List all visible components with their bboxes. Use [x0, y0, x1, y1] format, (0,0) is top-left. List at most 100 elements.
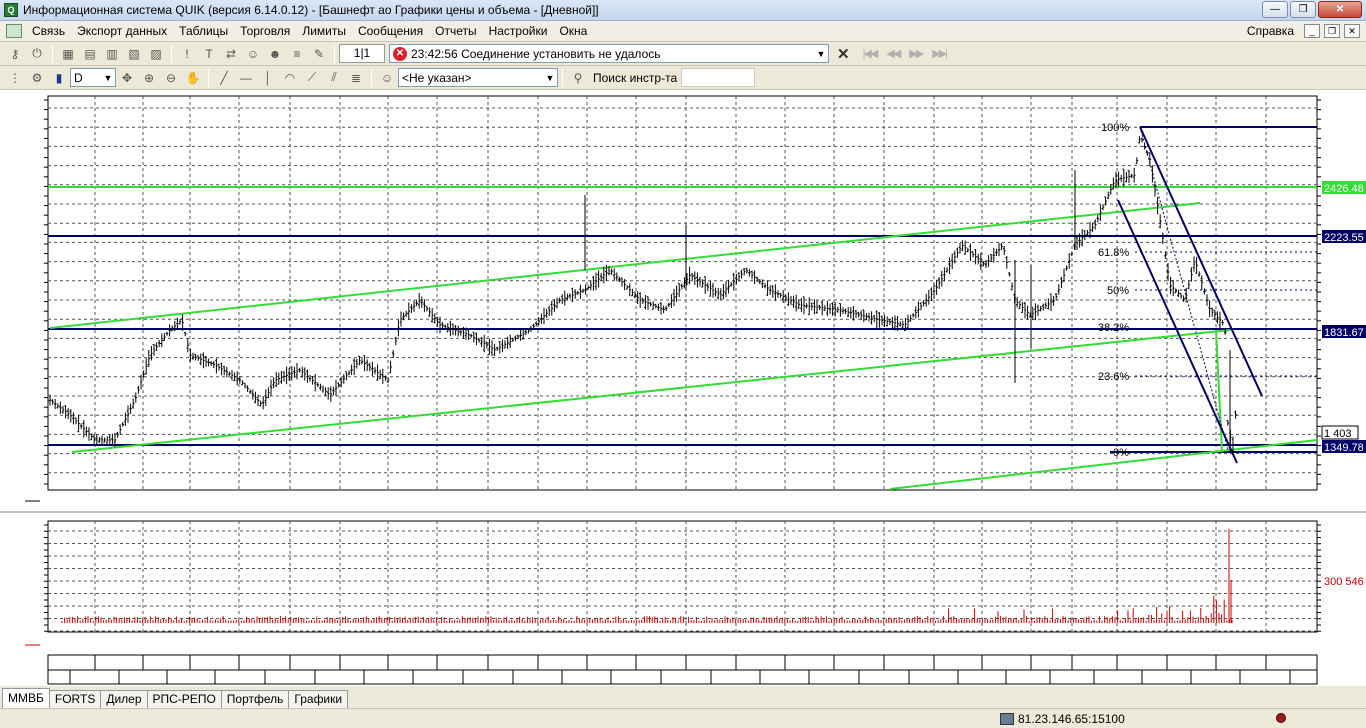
status-time: 23:42:56: [411, 46, 458, 61]
tab-charts[interactable]: Графики: [288, 690, 349, 708]
fan-icon[interactable]: ⟋: [302, 69, 322, 87]
client-icon[interactable]: ☺: [377, 69, 397, 87]
window-counter: 1|1: [339, 44, 385, 63]
search-icon[interactable]: ⚲: [568, 69, 588, 87]
accounts-icon[interactable]: ☻: [265, 45, 285, 63]
title-bar: Q Информационная система QUIK (версия 6.…: [0, 0, 1366, 21]
price-axis-labels: 2426.48 2223.55 1831.67 1 403 1349.78: [1321, 181, 1366, 454]
interval-select[interactable]: D ▼: [70, 68, 116, 87]
menu-item-settings[interactable]: Настройки: [483, 24, 554, 38]
tab-rps-repo[interactable]: РПС-РЕПО: [146, 690, 222, 708]
stop-order-icon[interactable]: T: [199, 45, 219, 63]
toolbar-separator: [52, 44, 53, 63]
client-select[interactable]: <Не указан> ▼: [398, 68, 558, 87]
quik-app-icon: Q: [4, 3, 18, 17]
chevron-down-icon[interactable]: ▼: [814, 49, 828, 59]
fib-label-382: 38.2%: [1098, 322, 1129, 334]
toolbar-separator: [562, 68, 563, 87]
quotes-icon[interactable]: ▤: [80, 45, 100, 63]
status-bar: 81.23.146.65:15100: [0, 708, 1366, 728]
menu-item-export[interactable]: Экспорт данных: [71, 24, 173, 38]
arc-icon[interactable]: ◠: [280, 69, 300, 87]
tab-portfolio[interactable]: Портфель: [220, 690, 290, 708]
fib-label-0: 0%: [1113, 447, 1129, 459]
forward-icon[interactable]: ▶▶: [909, 47, 924, 60]
connection-status[interactable]: ✕ 23:42:56 Соединение установить не удал…: [389, 44, 829, 63]
back-icon[interactable]: ◀◀: [886, 47, 901, 60]
menu-item-tables[interactable]: Таблицы: [173, 24, 234, 38]
menu-item-windows[interactable]: Окна: [553, 24, 593, 38]
limits-icon[interactable]: ≡: [287, 45, 307, 63]
close-button[interactable]: ✕: [1318, 1, 1362, 18]
chart-canvas: 100% 61.8% 50% 38.2% 23.6% 0% 2426.48 22…: [0, 95, 1366, 685]
clear-messages-icon[interactable]: ✕: [837, 45, 850, 63]
tab-dealer[interactable]: Дилер: [100, 690, 148, 708]
trades-icon[interactable]: ▧: [124, 45, 144, 63]
menu-item-reports[interactable]: Отчеты: [429, 24, 482, 38]
error-icon: ✕: [393, 46, 407, 61]
level-label-upper: 2223.55: [1324, 232, 1364, 244]
grip-icon: ⋮: [9, 70, 21, 85]
portfolio-icon[interactable]: ▨: [146, 45, 166, 63]
document-icon[interactable]: [6, 24, 22, 38]
tab-forts[interactable]: FORTS: [48, 690, 102, 708]
interval-value: D: [74, 70, 83, 85]
tab-micex[interactable]: ММВБ: [2, 688, 50, 708]
fib-label-100: 100%: [1101, 122, 1129, 134]
toolbar-separator: [371, 68, 372, 87]
trend-line-icon[interactable]: ╱: [214, 69, 234, 87]
workspace-tabs: ММВБ FORTS Дилер РПС-РЕПО Портфель Графи…: [0, 688, 1366, 708]
news-icon[interactable]: ✎: [309, 45, 329, 63]
unplug-icon[interactable]: ⏻: [27, 45, 47, 63]
pitchfork-icon[interactable]: ⫽: [324, 69, 344, 87]
window-controls: — ❐ ✕: [1262, 1, 1362, 18]
menu-item-connection[interactable]: Связь: [26, 24, 71, 38]
level-label-top: 2426.48: [1324, 183, 1364, 195]
record-icon[interactable]: [1276, 713, 1286, 723]
table-icon[interactable]: ▦: [58, 45, 78, 63]
alert-icon[interactable]: !: [177, 45, 197, 63]
hand-icon[interactable]: ✋: [183, 69, 203, 87]
vertical-line-icon[interactable]: │: [258, 69, 278, 87]
maximize-button[interactable]: ❐: [1290, 1, 1316, 18]
toolbar-separator: [334, 44, 335, 63]
volume-panel[interactable]: [47, 520, 1318, 633]
menu-item-help[interactable]: Справка: [1241, 24, 1300, 38]
child-minimize-button[interactable]: _: [1304, 24, 1320, 38]
first-icon[interactable]: |◀◀: [863, 47, 879, 60]
orders-icon[interactable]: ▥: [102, 45, 122, 63]
chart-window: 100% 61.8% 50% 38.2% 23.6% 0% 2426.48 22…: [0, 90, 1366, 686]
chevron-down-icon[interactable]: ▼: [543, 73, 557, 83]
zoom-in-icon[interactable]: ⊕: [139, 69, 159, 87]
network-icon: [1000, 713, 1014, 725]
child-close-button[interactable]: ✕: [1344, 24, 1360, 38]
client-value: <Не указан>: [402, 70, 472, 85]
horizontal-line-icon[interactable]: —: [236, 69, 256, 87]
menu-item-limits[interactable]: Лимиты: [296, 24, 352, 38]
menu-bar: Связь Экспорт данных Таблицы Торговля Ли…: [0, 21, 1366, 42]
fib-label-50: 50%: [1107, 285, 1129, 297]
chevron-down-icon[interactable]: ▼: [101, 73, 115, 83]
status-message: Соединение установить не удалось: [461, 46, 661, 61]
transfer-icon[interactable]: ⇄: [221, 45, 241, 63]
last-icon[interactable]: ▶▶|: [932, 47, 948, 60]
chart-settings-icon[interactable]: ⚙: [27, 69, 47, 87]
minimize-button[interactable]: —: [1262, 1, 1288, 18]
key-icon[interactable]: ⚷: [5, 45, 25, 63]
menu-item-trading[interactable]: Торговля: [234, 24, 296, 38]
users-icon[interactable]: ☺: [243, 45, 263, 63]
child-restore-button[interactable]: ❐: [1324, 24, 1340, 38]
connection-indicator[interactable]: 81.23.146.65:15100: [1000, 712, 1125, 726]
move-icon[interactable]: ✥: [117, 69, 137, 87]
zoom-out-icon[interactable]: ⊖: [161, 69, 181, 87]
timeline-axis[interactable]: [47, 654, 1318, 685]
bar-chart-icon[interactable]: ▮: [49, 69, 69, 87]
fib-label-618: 61.8%: [1098, 247, 1129, 259]
fib-label-236: 23.6%: [1098, 371, 1129, 383]
menu-item-messages[interactable]: Сообщения: [352, 24, 429, 38]
current-price-label: 1 403: [1324, 428, 1352, 440]
fibonacci-icon[interactable]: ≣: [346, 69, 366, 87]
chart-toolbar: ⋮ ⚙ ▮ D ▼ ✥ ⊕ ⊖ ✋ ╱ — │ ◠ ⟋ ⫽ ≣ ☺ <Не ук…: [0, 66, 1366, 90]
volume-label: 300 546: [1324, 576, 1364, 588]
search-input[interactable]: [681, 68, 756, 87]
